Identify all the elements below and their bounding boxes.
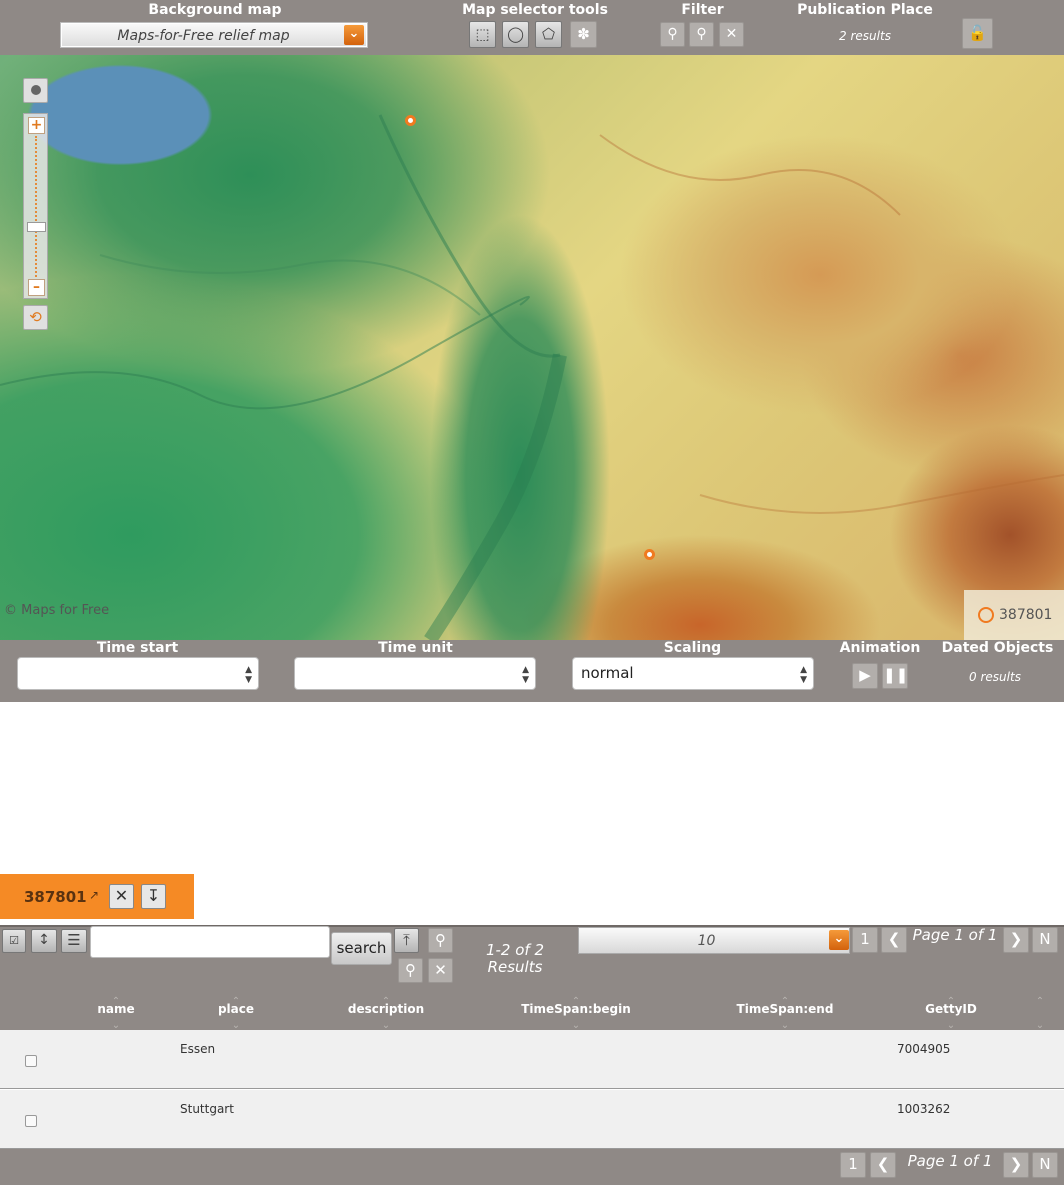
result-tab-label: 387801 xyxy=(24,888,87,906)
cell-gettyid: 1003262 xyxy=(897,1102,951,1116)
legend-ring-icon xyxy=(978,607,994,623)
chevron-down-icon[interactable]: ⌄ xyxy=(344,25,364,45)
circle-select-icon[interactable]: ◯ xyxy=(502,21,529,48)
background-map-label: Background map xyxy=(148,2,282,18)
external-link-icon[interactable]: ↗ xyxy=(89,888,99,902)
cell-gettyid: 7004905 xyxy=(897,1042,951,1056)
filter-search-icon[interactable]: ⚲ xyxy=(660,22,685,47)
list-view-icon[interactable]: ☰ xyxy=(61,929,87,953)
map-legend: 387801 xyxy=(964,590,1064,640)
column-gettyid[interactable]: GettyID xyxy=(901,1002,1001,1016)
page-size-value: 10 xyxy=(697,933,716,949)
zoom-rail xyxy=(35,136,37,281)
page-size-select[interactable]: 10 ⌄ xyxy=(578,927,850,954)
row-checkbox[interactable] xyxy=(25,1055,37,1067)
play-icon[interactable]: ▶ xyxy=(852,663,878,689)
time-start-select[interactable]: ▲ ▼ xyxy=(17,657,259,690)
column-place[interactable]: place xyxy=(186,1002,286,1016)
table-row[interactable]: Essen 7004905 xyxy=(0,1030,1064,1089)
last-page-button[interactable]: N xyxy=(1032,927,1058,953)
footer-next-page-icon[interactable]: ❯ xyxy=(1003,1152,1029,1178)
expand-rows-icon[interactable]: ↕ xyxy=(31,929,57,953)
search-input[interactable] xyxy=(90,926,330,958)
zoom-in-icon[interactable]: + xyxy=(28,117,45,134)
grid-filter-icon[interactable]: ⚲ xyxy=(428,928,453,953)
column-timespan-end[interactable]: TimeSpan:end xyxy=(715,1002,855,1016)
map-marker-essen[interactable] xyxy=(405,115,416,126)
row-checkbox[interactable] xyxy=(25,1115,37,1127)
pause-icon[interactable]: ❚❚ xyxy=(882,663,908,689)
scaling-select[interactable]: normal ▲ ▼ xyxy=(572,657,814,690)
polygon-select-icon[interactable]: ⬠ xyxy=(535,21,562,48)
zoom-out-icon[interactable]: – xyxy=(28,279,45,296)
table-row[interactable]: Stuttgart 1003262 xyxy=(0,1090,1064,1149)
next-page-icon[interactable]: ❯ xyxy=(1003,927,1029,953)
map-marker-stuttgart[interactable] xyxy=(644,549,655,560)
page-info: Page 1 of 1 xyxy=(912,926,998,944)
column-name[interactable]: name xyxy=(66,1002,166,1016)
footer-prev-page-icon[interactable]: ❮ xyxy=(870,1152,896,1178)
time-unit-select[interactable]: ▲ ▼ xyxy=(294,657,536,690)
result-tab[interactable]: 387801 ↗ ✕ ↧ xyxy=(0,874,194,919)
prev-page-icon[interactable]: ❮ xyxy=(881,927,907,953)
filter-negate-icon[interactable]: ⚲ xyxy=(689,22,714,47)
grid-filter-negate-icon[interactable]: ⚲ xyxy=(398,958,423,983)
center-map-button[interactable] xyxy=(23,78,48,103)
zoom-slider[interactable]: + – xyxy=(23,113,48,299)
map-selector-tools-label: Map selector tools xyxy=(462,2,608,18)
publication-place-label: Publication Place xyxy=(797,2,933,18)
map-toolbar: Background map Maps-for-Free relief map … xyxy=(0,0,1064,55)
grid-footer: 1 ❮ Page 1 of 1 ❯ N xyxy=(0,1149,1064,1185)
results-count: 1-2 of 2 Results xyxy=(485,941,545,976)
first-page-button[interactable]: 1 xyxy=(852,927,878,953)
lock-icon[interactable]: 🔓 xyxy=(962,18,993,49)
dated-objects-count: 0 results xyxy=(969,670,1021,684)
legend-label: 387801 xyxy=(999,607,1053,623)
background-map-select[interactable]: Maps-for-Free relief map ⌄ xyxy=(60,22,368,48)
page-size-chevron-icon[interactable]: ⌄ xyxy=(829,930,849,950)
reset-view-icon[interactable]: ⟲ xyxy=(23,305,48,330)
footer-last-page-button[interactable]: N xyxy=(1032,1152,1058,1178)
region-select-icon[interactable]: ✽ xyxy=(570,21,597,48)
cell-place: Essen xyxy=(180,1042,216,1056)
grid-filter-clear-icon[interactable]: ✕ xyxy=(428,958,453,983)
footer-page-info: Page 1 of 1 xyxy=(907,1152,993,1170)
scaling-value: normal xyxy=(581,664,634,682)
footer-first-page-button[interactable]: 1 xyxy=(840,1152,866,1178)
search-button[interactable]: search xyxy=(331,932,392,965)
publication-place-count: 2 results xyxy=(839,29,891,43)
dated-objects-label: Dated Objects xyxy=(941,640,1054,656)
terrain-texture xyxy=(0,114,1064,640)
cell-place: Stuttgart xyxy=(180,1102,234,1116)
time-start-label: Time start xyxy=(96,640,179,656)
upload-icon[interactable]: ⤒ xyxy=(394,928,419,953)
rectangle-select-icon[interactable]: ⬚ xyxy=(469,21,496,48)
zoom-handle[interactable] xyxy=(27,222,46,232)
collapse-tab-icon[interactable]: ↧ xyxy=(141,884,166,909)
time-unit-label: Time unit xyxy=(378,640,453,656)
column-description[interactable]: description xyxy=(326,1002,446,1016)
filter-clear-icon[interactable]: ✕ xyxy=(719,22,744,47)
map-canvas[interactable]: + – ⟲ © Maps for Free 387801 xyxy=(0,55,1064,640)
background-map-value: Maps-for-Free relief map xyxy=(117,28,290,44)
animation-label: Animation xyxy=(839,640,921,656)
scaling-label: Scaling xyxy=(663,640,722,656)
column-timespan-begin[interactable]: TimeSpan:begin xyxy=(506,1002,646,1016)
close-tab-icon[interactable]: ✕ xyxy=(109,884,134,909)
filter-label: Filter xyxy=(681,2,724,18)
map-attribution: © Maps for Free xyxy=(4,603,110,618)
select-all-icon[interactable]: ☑ xyxy=(2,929,26,953)
